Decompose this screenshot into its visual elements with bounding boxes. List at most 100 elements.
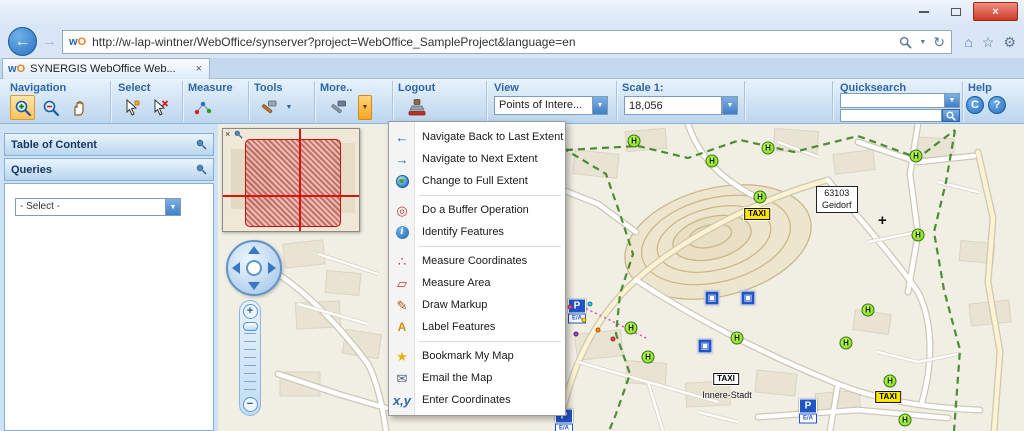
menu-item-buffer[interactable]: ◎ Do a Buffer Operation (389, 199, 565, 221)
hydrant-marker[interactable]: H (641, 350, 655, 364)
view-dropdown[interactable]: Points of Intere... ▼ (494, 96, 608, 115)
zoom-slider-handle[interactable] (242, 322, 258, 331)
more-tools-button[interactable] (322, 95, 354, 120)
hydrant-marker[interactable]: H (624, 321, 638, 335)
menu-item-draw-markup[interactable]: ✎ Draw Markup (389, 294, 565, 316)
zoom-in-button[interactable]: + (242, 304, 258, 319)
chevron-down-icon[interactable]: ▼ (944, 94, 959, 107)
tools-button[interactable] (256, 95, 281, 120)
pin-icon[interactable] (196, 164, 207, 175)
zoom-slider-track[interactable] (244, 333, 256, 396)
hydrant-marker[interactable]: H (839, 336, 853, 350)
hydrant-marker[interactable]: H (730, 331, 744, 345)
browser-tab[interactable]: wO SYNERGIS WebOffice Web... × (2, 58, 210, 79)
menu-item-label: Do a Buffer Operation (422, 204, 529, 216)
zoom-out-button[interactable]: − (242, 397, 258, 412)
query-select-dropdown[interactable]: - Select - ▼ (15, 198, 181, 216)
overview-extent-highlight[interactable] (245, 139, 341, 227)
home-icon[interactable]: ⌂ (964, 34, 972, 51)
menu-item-email-map[interactable]: ✉ Email the Map (389, 367, 565, 389)
pan-up-arrow-icon[interactable] (248, 246, 260, 254)
overview-close-icon[interactable]: × (225, 129, 230, 139)
hydrant-marker[interactable]: H (883, 374, 897, 388)
tab-close-icon[interactable]: × (194, 63, 204, 75)
chevron-down-icon[interactable]: ▼ (165, 199, 180, 215)
pin-icon[interactable] (234, 130, 243, 139)
menu-item-measure-coordinates[interactable]: ∴ Measure Coordinates (389, 250, 565, 272)
quicksearch-dropdown[interactable]: ▼ (840, 93, 960, 108)
close-button[interactable]: × (973, 2, 1018, 21)
toolbar-divider (182, 81, 183, 121)
tools-dropdown-button[interactable]: ▼ (282, 95, 296, 120)
back-arrow-icon: ← (14, 32, 31, 50)
pan-right-arrow-icon[interactable] (268, 262, 276, 274)
hydrant-marker[interactable]: H (705, 154, 719, 168)
settings-gear-icon[interactable]: ⚙ (1003, 34, 1016, 51)
forward-arrow-icon: → (42, 33, 57, 50)
favorites-star-icon[interactable]: ☆ (982, 34, 995, 51)
back-button[interactable]: ← (8, 27, 37, 56)
help-button[interactable]: ? (988, 96, 1006, 114)
poi-building-icon[interactable]: ▣ (697, 338, 713, 354)
hydrant-marker[interactable]: H (761, 141, 775, 155)
zoom-out-tool-button[interactable] (38, 95, 63, 120)
queries-header[interactable]: Queries (4, 158, 214, 181)
overview-controls: × (225, 129, 243, 139)
search-icon (946, 111, 956, 121)
hydrant-marker[interactable]: H (753, 190, 767, 204)
more-dropdown-button[interactable]: ▼ (358, 95, 372, 120)
quicksearch-button[interactable] (942, 109, 960, 122)
refresh-icon[interactable]: ↻ (933, 34, 945, 51)
poi-dot (567, 304, 573, 310)
measure-tool-button[interactable] (190, 95, 215, 120)
browser-nav-bar: ← → wO http://w-lap-wintner/WebOffice/sy… (0, 26, 1024, 58)
map-viewport[interactable]: 63103 Geidorf + Innere-Stadt H H H H H H H H H H H… (218, 124, 1024, 431)
search-icon[interactable] (899, 36, 912, 49)
pan-left-arrow-icon[interactable] (232, 262, 240, 274)
pan-tool-button[interactable] (66, 95, 91, 120)
contact-button[interactable]: C (966, 96, 984, 114)
table-of-content-header[interactable]: Table of Content (4, 133, 214, 156)
hydrant-marker[interactable]: H (911, 228, 925, 242)
hydrant-marker[interactable]: H (898, 413, 912, 427)
hydrant-marker[interactable]: H (627, 134, 641, 148)
menu-item-label: Email the Map (422, 372, 493, 384)
poi-building-icon[interactable]: ▣ (704, 290, 720, 306)
menu-item-navigate-next[interactable]: → Navigate to Next Extent (389, 148, 565, 170)
menu-item-label-features[interactable]: A Label Features (389, 316, 565, 338)
pan-down-arrow-icon[interactable] (248, 282, 260, 290)
menu-item-full-extent[interactable]: Change to Full Extent (389, 170, 565, 192)
poi-building-icon[interactable]: ▣ (740, 290, 756, 306)
scale-dropdown-button[interactable]: ▼ (722, 96, 738, 115)
select-tool-button[interactable] (120, 95, 145, 120)
minimize-button[interactable] (909, 2, 939, 21)
chevron-down-icon[interactable]: ▼ (592, 97, 607, 114)
pan-control[interactable] (226, 240, 282, 296)
pan-center-button[interactable] (246, 260, 262, 276)
app-toolbar: Navigation Select Measure Tools More.. L… (0, 79, 1024, 124)
search-dropdown-icon[interactable]: ▼ (919, 39, 926, 46)
address-bar[interactable]: wO http://w-lap-wintner/WebOffice/synser… (62, 30, 952, 54)
overview-map[interactable]: × (222, 128, 360, 232)
menu-item-label: Identify Features (422, 226, 504, 238)
menu-item-navigate-back[interactable]: ← Navigate Back to Last Extent (389, 126, 565, 148)
hydrant-marker[interactable]: H (909, 149, 923, 163)
url-text[interactable]: http://w-lap-wintner/WebOffice/synserver… (92, 35, 899, 49)
logout-button[interactable] (400, 95, 434, 120)
menu-item-label: Navigate Back to Last Extent (422, 131, 564, 143)
menu-item-identify[interactable]: i Identify Features (389, 221, 565, 243)
zoom-slider[interactable]: + − (239, 300, 261, 416)
taxi-sign: TAXI (713, 373, 739, 385)
menu-item-bookmark[interactable]: ★ Bookmark My Map (389, 345, 565, 367)
pin-icon[interactable] (196, 139, 207, 150)
select-pointer-icon (126, 99, 140, 116)
scale-input[interactable] (624, 96, 722, 115)
hydrant-marker[interactable]: H (861, 303, 875, 317)
menu-item-enter-coordinates[interactable]: x,y Enter Coordinates (389, 389, 565, 411)
clear-selection-button[interactable] (148, 95, 173, 120)
maximize-button[interactable] (941, 2, 971, 21)
menu-item-measure-area[interactable]: ▱ Measure Area (389, 272, 565, 294)
quicksearch-input[interactable] (840, 109, 942, 122)
forward-button[interactable]: → (42, 33, 57, 50)
zoom-in-tool-button[interactable] (10, 95, 35, 120)
